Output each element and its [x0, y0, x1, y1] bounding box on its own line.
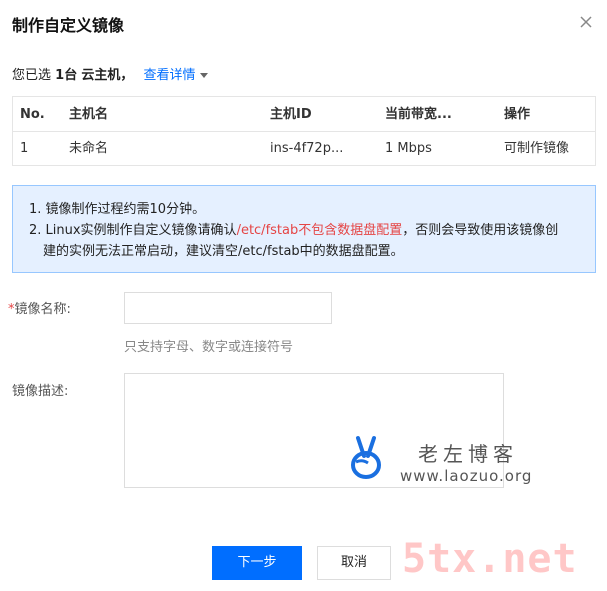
cell-bandwidth: 1 Mbps: [385, 141, 432, 156]
image-name-hint: 只支持字母、数字或连接符号: [124, 340, 294, 355]
image-desc-label: 镜像描述:: [12, 384, 69, 399]
tip-line-1: 1. 镜像制作过程约需10分钟。: [29, 202, 206, 217]
close-icon[interactable]: [578, 14, 594, 30]
view-details-label: 查看详情: [143, 68, 196, 83]
header-action: 操作: [504, 107, 531, 122]
tip-line-2-suffix: ，否则会导致使用该镜像创: [402, 223, 559, 238]
image-name-label-text: 镜像名称:: [14, 302, 71, 317]
instance-table: No. 主机名 主机ID 当前带宽... 操作 1 未命名 ins-4f72p.…: [12, 96, 596, 166]
view-details-link[interactable]: 查看详情: [144, 68, 208, 83]
info-tips: 1. 镜像制作过程约需10分钟。 2. Linux实例制作自定义镜像请确认/et…: [12, 185, 596, 273]
brand-watermark: 5tx.net: [402, 536, 578, 582]
next-step-button[interactable]: 下一步: [212, 546, 302, 580]
host-id-link[interactable]: ins-4f72p...: [270, 132, 343, 166]
cancel-button[interactable]: 取消: [317, 546, 391, 580]
selection-prefix: 您已选: [12, 68, 52, 83]
watermark-title: 老左博客: [418, 442, 518, 466]
cell-hostname: 未命名: [69, 141, 109, 156]
dialog-title: 制作自定义镜像: [12, 16, 125, 35]
tip-line-2: 2. Linux实例制作自定义镜像请确认/etc/fstab不包含数据盘配置，否…: [29, 220, 579, 241]
selection-summary: 您已选 1台 云主机， 查看详情: [12, 64, 208, 83]
table-row: 1 未命名 ins-4f72p... 1 Mbps 可制作镜像: [13, 132, 595, 166]
image-name-label: *镜像名称:: [8, 298, 71, 317]
header-hostname: 主机名: [69, 107, 109, 122]
selection-count: 1台: [55, 68, 78, 83]
tip-line-3: 建的实例无法正常启动，建议清空/etc/fstab中的数据盘配置。: [43, 244, 404, 259]
cell-status: 可制作镜像: [504, 141, 570, 156]
header-host-id: 主机ID: [270, 107, 312, 122]
watermark-url: www.laozuo.org: [400, 467, 533, 485]
table-header: No. 主机名 主机ID 当前带宽... 操作: [13, 97, 595, 132]
tip-line-2-prefix: 2. Linux实例制作自定义镜像请确认: [29, 223, 237, 238]
caret-down-icon: [199, 73, 208, 78]
selection-item: 云主机，: [81, 68, 134, 83]
image-name-input[interactable]: [124, 292, 332, 324]
header-no: No.: [20, 107, 45, 122]
header-bandwidth: 当前带宽...: [385, 107, 452, 122]
peace-hand-icon: [351, 436, 381, 479]
tip-highlight: /etc/fstab不包含数据盘配置: [236, 223, 403, 238]
cell-no: 1: [20, 141, 29, 156]
